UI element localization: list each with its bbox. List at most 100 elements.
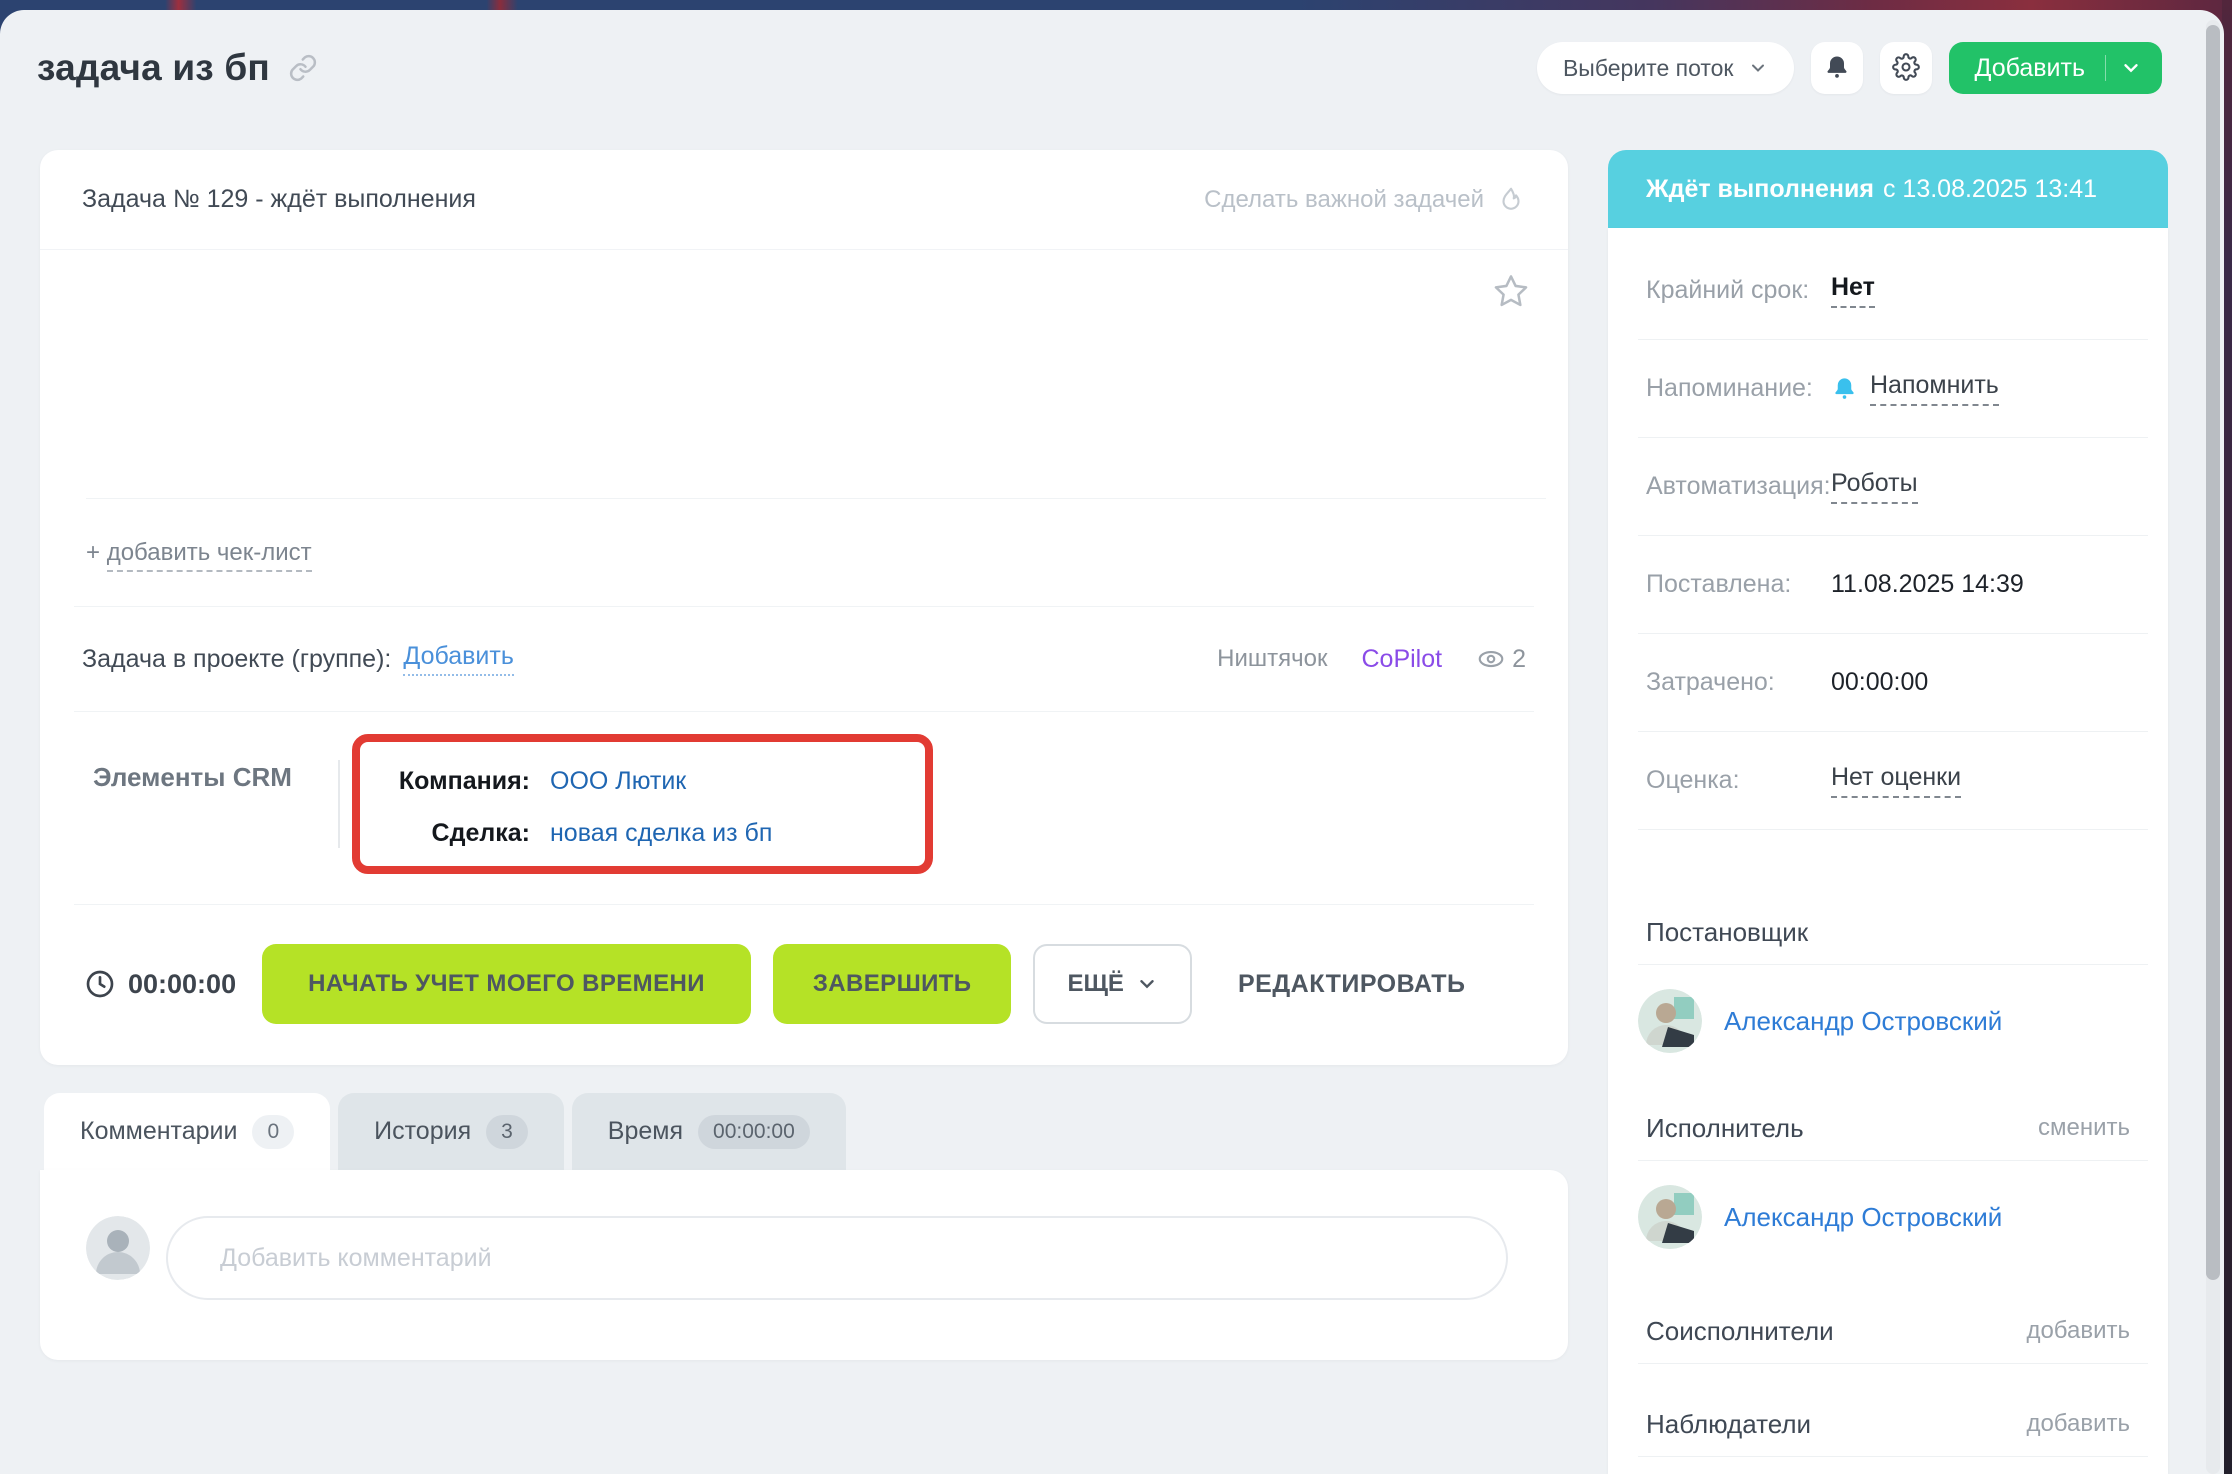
reminder-label: Напоминание: <box>1646 374 1831 403</box>
tab-comments-badge: 0 <box>252 1115 294 1149</box>
task-title-row: Задача № 129 - ждёт выполнения Сделать в… <box>40 150 1568 250</box>
task-card: Задача № 129 - ждёт выполнения Сделать в… <box>40 150 1568 1065</box>
app-panel: задача из бп Выберите поток <box>0 10 2224 1474</box>
tab-comments[interactable]: Комментарии 0 <box>44 1093 330 1170</box>
coassignees-section-label: Соисполнители <box>1646 1316 1834 1347</box>
annotation-red-box: Компания: ООО Лютик Сделка: новая сделка… <box>352 734 933 874</box>
start-time-button[interactable]: НАЧАТЬ УЧЕТ МОЕГО ВРЕМЕНИ <box>262 944 751 1024</box>
add-checklist-label: добавить чек-лист <box>107 539 312 572</box>
time-spent-value: 00:00:00 <box>1831 668 1928 697</box>
tab-comments-label: Комментарии <box>80 1117 237 1146</box>
rating-row: Оценка: Нет оценки <box>1608 732 2168 829</box>
divider <box>1638 1363 2148 1364</box>
crm-deal-row: Сделка: новая сделка из бп <box>360 808 925 858</box>
created-row: Поставлена: 11.08.2025 14:39 <box>1608 536 2168 633</box>
status-header[interactable]: Ждёт выполнения с 13.08.2025 13:41 <box>1608 150 2168 228</box>
observers-section-label: Наблюдатели <box>1646 1409 1811 1440</box>
notifications-button[interactable] <box>1811 42 1863 94</box>
time-spent-row: Затрачено: 00:00:00 <box>1608 634 2168 731</box>
divider <box>1638 964 2148 965</box>
time-spent-label: Затрачено: <box>1646 668 1831 697</box>
header-controls: Выберите поток <box>1537 42 2162 94</box>
add-checklist-link[interactable]: + добавить чек-лист <box>86 539 312 567</box>
deadline-row: Крайний срок: Нет <box>1608 242 2168 339</box>
more-button-label: ЕЩЁ <box>1067 970 1124 998</box>
checklist-row: + добавить чек-лист <box>40 499 1568 606</box>
viewers-counter[interactable]: 2 <box>1476 644 1526 674</box>
project-label: Задача в проекте (группе): <box>82 645 391 674</box>
button-divider <box>2105 55 2106 81</box>
tabs-bar: Комментарии 0 История 3 Время 00:00:00 <box>44 1093 846 1170</box>
make-important-button[interactable]: Сделать важной задачей <box>1204 185 1526 215</box>
scrollbar-thumb[interactable] <box>2206 25 2220 1280</box>
edit-button[interactable]: РЕДАКТИРОВАТЬ <box>1238 970 1465 999</box>
assignee-change-link[interactable]: сменить <box>2038 1114 2130 1142</box>
creator-avatar[interactable] <box>1638 989 1702 1053</box>
tab-history[interactable]: История 3 <box>338 1093 564 1170</box>
stream-select[interactable]: Выберите поток <box>1537 42 1794 94</box>
crm-section-label: Элементы CRM <box>93 762 292 793</box>
assignee-name-link[interactable]: Александр Островский <box>1724 1202 2002 1233</box>
reminder-link[interactable]: Напомнить <box>1870 371 1999 406</box>
add-button-label: Добавить <box>1969 54 2092 83</box>
crm-deal-label: Сделка: <box>360 819 530 848</box>
crm-company-link[interactable]: ООО Лютик <box>550 767 686 796</box>
chevron-down-icon <box>1136 973 1158 995</box>
star-icon[interactable] <box>1492 272 1530 315</box>
task-title: Задача № 129 - ждёт выполнения <box>82 185 476 214</box>
crm-company-row: Компания: ООО Лютик <box>360 756 925 806</box>
add-button[interactable]: Добавить <box>1949 42 2163 94</box>
scrollbar-track[interactable] <box>2206 20 2220 1474</box>
assignee-avatar[interactable] <box>1638 1185 1702 1249</box>
coassignees-section-header: Соисполнители добавить <box>1608 1315 2168 1347</box>
project-row-right: Ништячок CoPilot 2 <box>1217 644 1526 674</box>
tab-time-label: Время <box>608 1117 683 1146</box>
divider <box>1638 1456 2148 1457</box>
avatar <box>86 1216 150 1280</box>
finish-button[interactable]: ЗАВЕРШИТЬ <box>773 944 1012 1024</box>
status-title: Ждёт выполнения <box>1646 175 1874 204</box>
elapsed-time-value: 00:00:00 <box>128 969 236 1000</box>
crm-company-label: Компания: <box>360 767 530 796</box>
rating-label: Оценка: <box>1646 766 1831 795</box>
rating-link[interactable]: Нет оценки <box>1831 763 1961 798</box>
plus-sign: + <box>86 539 100 566</box>
tab-time-badge: 00:00:00 <box>698 1115 810 1149</box>
tab-history-badge: 3 <box>486 1115 528 1149</box>
app-header: задача из бп Выберите поток <box>37 36 2162 100</box>
task-description-area <box>40 250 1568 498</box>
eye-icon <box>1476 644 1506 674</box>
observers-add-link[interactable]: добавить <box>2026 1410 2130 1438</box>
status-since: с 13.08.2025 13:41 <box>1883 175 2097 204</box>
copy-link-icon[interactable] <box>288 53 318 83</box>
assignee-section-label: Исполнитель <box>1646 1113 1804 1144</box>
gear-icon <box>1892 53 1920 84</box>
observers-section-header: Наблюдатели добавить <box>1608 1408 2168 1440</box>
comment-input[interactable] <box>166 1216 1508 1300</box>
task-toolbar: 00:00:00 НАЧАТЬ УЧЕТ МОЕГО ВРЕМЕНИ ЗАВЕР… <box>40 905 1568 1063</box>
more-button[interactable]: ЕЩЁ <box>1033 944 1192 1024</box>
copilot-link[interactable]: CoPilot <box>1362 645 1443 674</box>
tab-time[interactable]: Время 00:00:00 <box>572 1093 846 1170</box>
automation-row: Автоматизация: Роботы <box>1608 438 2168 535</box>
project-add-link[interactable]: Добавить <box>403 642 514 676</box>
settings-button[interactable] <box>1880 42 1932 94</box>
creator-name-link[interactable]: Александр Островский <box>1724 1006 2002 1037</box>
creator-person-row: Александр Островский <box>1608 979 2168 1063</box>
deadline-label: Крайний срок: <box>1646 276 1831 305</box>
deadline-value[interactable]: Нет <box>1831 273 1875 308</box>
created-label: Поставлена: <box>1646 570 1831 599</box>
creator-section-header: Постановщик <box>1608 916 2168 948</box>
coassignees-add-link[interactable]: добавить <box>2026 1317 2130 1345</box>
assignee-section-header: Исполнитель сменить <box>1608 1112 2168 1144</box>
elapsed-time: 00:00:00 <box>84 968 236 1000</box>
vertical-divider <box>338 760 340 848</box>
flame-icon <box>1496 185 1526 215</box>
project-row: Задача в проекте (группе): Добавить Ништ… <box>40 607 1568 711</box>
flow-tag[interactable]: Ништячок <box>1217 645 1327 673</box>
crm-deal-link[interactable]: новая сделка из бп <box>550 819 772 848</box>
make-important-label: Сделать важной задачей <box>1204 186 1484 214</box>
automation-link[interactable]: Роботы <box>1831 469 1918 504</box>
task-sidebar: Ждёт выполнения с 13.08.2025 13:41 Крайн… <box>1608 150 2168 1474</box>
comment-card <box>40 1170 1568 1360</box>
